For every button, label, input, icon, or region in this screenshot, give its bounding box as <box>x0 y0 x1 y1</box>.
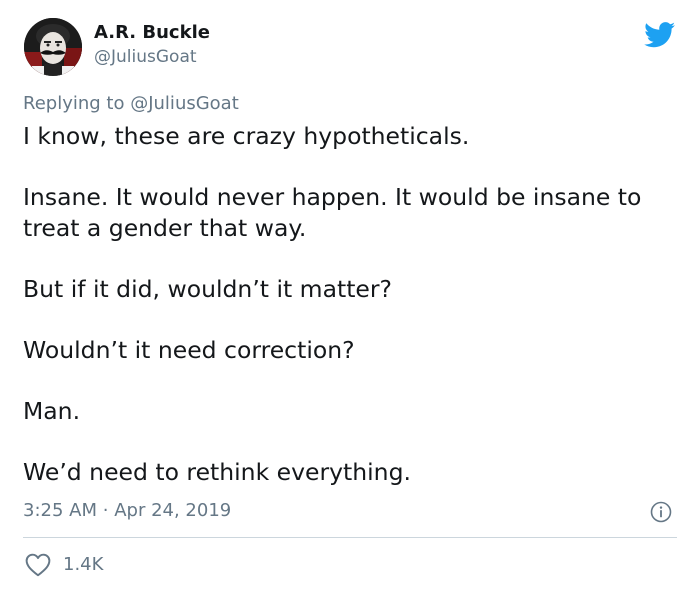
tweet-paragraph: Insane. It would never happen. It would … <box>23 183 642 242</box>
tweet-paragraph: I know, these are crazy hypotheticals. <box>23 122 470 150</box>
tweet-card: A.R. Buckle @JuliusGoat Replying to @Jul… <box>0 0 700 592</box>
twitter-bird-icon[interactable] <box>644 22 676 48</box>
meta-separator: · <box>102 500 109 521</box>
tweet-date: Apr 24, 2019 <box>114 500 232 521</box>
like-count: 1.4K <box>63 554 104 575</box>
avatar-image <box>24 18 82 76</box>
avatar[interactable] <box>24 18 82 76</box>
heart-icon <box>25 553 51 577</box>
tweet-timestamp[interactable]: 3:25 AM · Apr 24, 2019 <box>23 500 231 522</box>
like-button[interactable]: 1.4K <box>25 553 103 577</box>
tweet-paragraph: We’d need to rethink everything. <box>23 458 411 486</box>
author-handle[interactable]: @JuliusGoat <box>94 47 197 67</box>
author-name[interactable]: A.R. Buckle <box>94 22 210 44</box>
divider <box>23 537 677 538</box>
info-icon[interactable] <box>650 501 672 523</box>
reply-mention-link[interactable]: @JuliusGoat <box>130 93 239 114</box>
reply-prefix: Replying to <box>23 93 125 114</box>
reply-context: Replying to @JuliusGoat <box>23 93 239 115</box>
tweet-time: 3:25 AM <box>23 500 97 521</box>
tweet-text: I know, these are crazy hypotheticals. I… <box>23 121 683 488</box>
tweet-paragraph: But if it did, wouldn’t it matter? <box>23 275 393 303</box>
tweet-paragraph: Man. <box>23 397 81 425</box>
tweet-paragraph: Wouldn’t it need correction? <box>23 336 355 364</box>
